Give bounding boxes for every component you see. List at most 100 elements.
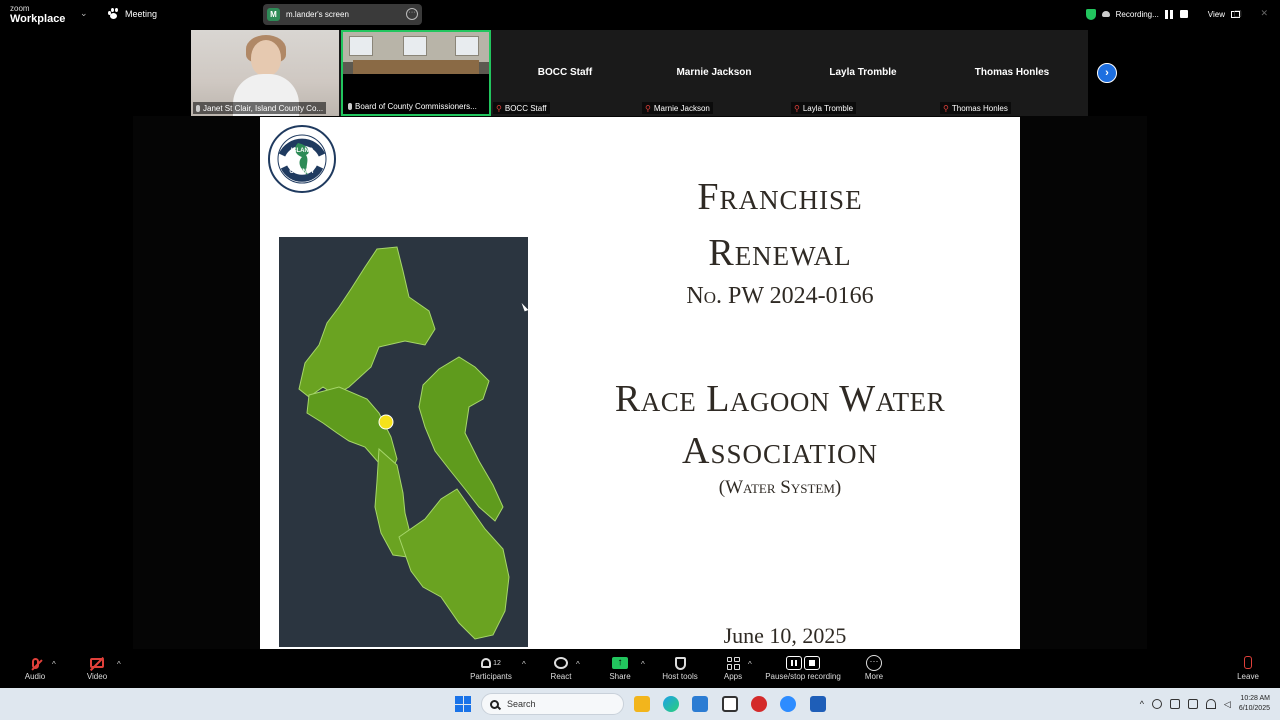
shared-screen-label: m.lander's screen — [286, 10, 349, 19]
participant-display-name: BOCC Staff — [537, 67, 593, 78]
participant-tile-active-speaker[interactable]: Board of County Commissioners... — [341, 30, 491, 116]
microphone-muted-icon — [30, 657, 43, 671]
participants-label: Participants — [470, 672, 512, 681]
participant-name: ⚲ Thomas Honles — [940, 102, 1011, 114]
video-button[interactable]: Video — [82, 654, 112, 681]
share-screen-icon: ↑ — [612, 657, 628, 669]
video-label: Video — [86, 672, 108, 681]
slide-org-line2: Association — [682, 430, 878, 472]
minimize-icon[interactable]: — — [1209, 8, 1218, 18]
participant-tile[interactable]: Marnie Jackson ⚲ Marnie Jackson — [640, 30, 788, 116]
meeting-label: Meeting — [125, 8, 158, 19]
recording-status: Recording... — [1115, 9, 1159, 19]
more-button[interactable]: ··· More — [859, 654, 889, 681]
apps-label: Apps — [723, 672, 743, 681]
host-tools-label: Host tools — [662, 672, 698, 681]
zoom-app-icon[interactable] — [780, 696, 796, 712]
island-county-map — [279, 237, 528, 647]
leave-door-icon — [1241, 656, 1255, 670]
participant-tile[interactable]: Thomas Honles ⚲ Thomas Honles — [938, 30, 1086, 116]
chevron-down-icon[interactable]: ⌄ — [80, 8, 88, 19]
audio-button[interactable]: Audio — [20, 654, 50, 681]
display-icon[interactable] — [1187, 699, 1198, 709]
pause-stop-recording-button[interactable]: Pause/stop recording — [763, 654, 843, 681]
participant-name: Board of County Commissioners... — [345, 100, 480, 112]
participants-icon — [481, 658, 492, 668]
pause-recording-icon[interactable] — [1164, 9, 1174, 19]
pause-stop-label: Pause/stop recording — [765, 672, 841, 681]
volume-icon[interactable]: ◁ — [1224, 699, 1231, 710]
participant-display-name: Thomas Honles — [974, 67, 1050, 78]
file-explorer-icon[interactable] — [634, 696, 650, 712]
show-hidden-icons-chevron-icon[interactable]: ^ — [1140, 699, 1144, 709]
store-app-icon[interactable] — [692, 696, 708, 712]
share-options-caret-icon[interactable]: ^ — [641, 660, 645, 669]
audio-options-caret-icon[interactable]: ^ — [52, 660, 56, 669]
participant-tile[interactable]: BOCC Staff ⚲ BOCC Staff — [491, 30, 639, 116]
edge-browser-icon[interactable] — [663, 696, 679, 712]
host-tools-shield-icon — [674, 656, 686, 670]
close-icon[interactable]: ✕ — [1260, 8, 1268, 19]
next-page-arrow-icon[interactable]: › — [1097, 63, 1117, 83]
word-app-icon[interactable] — [810, 696, 826, 712]
video-options-caret-icon[interactable]: ^ — [117, 660, 121, 669]
mic-muted-icon: ⚲ — [645, 103, 651, 113]
security-shield-icon[interactable] — [1085, 8, 1096, 20]
audio-label: Audio — [24, 672, 46, 681]
participant-name: ⚲ BOCC Staff — [493, 102, 550, 114]
share-button[interactable]: ↑ Share — [605, 654, 635, 681]
logo-text-top: ISLAND — [291, 148, 314, 154]
shared-screen-indicator[interactable]: M m.lander's screen ··· — [263, 4, 422, 25]
maximize-icon[interactable]: ▢ — [1233, 8, 1242, 19]
slide-title-line1: Franchise — [697, 176, 863, 218]
share-label: Share — [609, 672, 631, 681]
participant-display-name: Marnie Jackson — [676, 67, 752, 78]
taskbar-search-box[interactable]: Search — [481, 693, 624, 715]
apps-options-caret-icon[interactable]: ^ — [748, 660, 752, 669]
wifi-icon[interactable] — [1205, 699, 1216, 709]
zoom-workplace-logo[interactable]: zoom Workplace — [10, 4, 65, 25]
react-options-caret-icon[interactable]: ^ — [576, 660, 580, 669]
top-right-status: Recording... View — [1085, 0, 1280, 28]
windows-start-icon[interactable] — [455, 696, 471, 712]
participant-tile[interactable]: Janet St Clair, Island County Co... — [191, 30, 339, 116]
slide-franchise-number: No. PW 2024-0166 — [686, 283, 874, 309]
participants-button[interactable]: 12 Participants — [466, 654, 516, 681]
mic-icon — [196, 104, 200, 112]
participant-name: ⚲ Marnie Jackson — [642, 102, 713, 114]
clock-date: 6/10/2025 — [1238, 705, 1270, 712]
meeting-info-button[interactable]: Meeting — [108, 8, 157, 19]
apps-icon — [726, 656, 740, 670]
mic-muted-icon: ⚲ — [496, 103, 502, 113]
react-button[interactable]: React — [546, 654, 576, 681]
more-options-icon[interactable]: ··· — [406, 8, 418, 20]
mic-icon — [348, 102, 352, 110]
slide-subtitle: (Water System) — [718, 477, 842, 498]
leave-button[interactable]: Leave — [1233, 654, 1263, 681]
participant-display-name: Layla Tromble — [829, 67, 897, 78]
cloud-sync-icon[interactable] — [1151, 699, 1162, 709]
sharer-avatar: M — [267, 8, 280, 21]
meeting-controls-toolbar: Audio ^ Video ^ 12 Participants ^ React … — [0, 650, 1280, 688]
mic-muted-icon: ⚲ — [943, 103, 949, 113]
camera-off-icon — [89, 656, 105, 672]
pause-stop-icon — [786, 656, 820, 670]
apps-button[interactable]: Apps — [718, 654, 748, 681]
usb-device-icon[interactable] — [1169, 699, 1180, 709]
island-county-seal-logo: ISLAND COUNTY — [268, 125, 336, 193]
acrobat-reader-icon[interactable] — [751, 696, 767, 712]
participant-name: Janet St Clair, Island County Co... — [193, 102, 327, 114]
participants-options-caret-icon[interactable]: ^ — [522, 660, 526, 669]
stop-recording-icon[interactable] — [1179, 10, 1188, 18]
leave-label: Leave — [1237, 672, 1259, 681]
windows-taskbar: Search ^ ◁ 10:28 AM 6/10/2025 — [0, 688, 1280, 720]
slide-date: June 10, 2025 — [723, 623, 847, 648]
terminal-app-icon[interactable] — [722, 696, 738, 712]
search-icon — [490, 699, 499, 709]
slide-org-line1: Race Lagoon Water — [614, 378, 946, 420]
react-icon — [554, 657, 568, 669]
more-label: More — [864, 672, 884, 681]
host-tools-button[interactable]: Host tools — [658, 654, 702, 681]
participant-tile[interactable]: Layla Tromble ⚲ Layla Tromble — [789, 30, 937, 116]
taskbar-clock[interactable]: 10:28 AM 6/10/2025 — [1239, 694, 1270, 714]
